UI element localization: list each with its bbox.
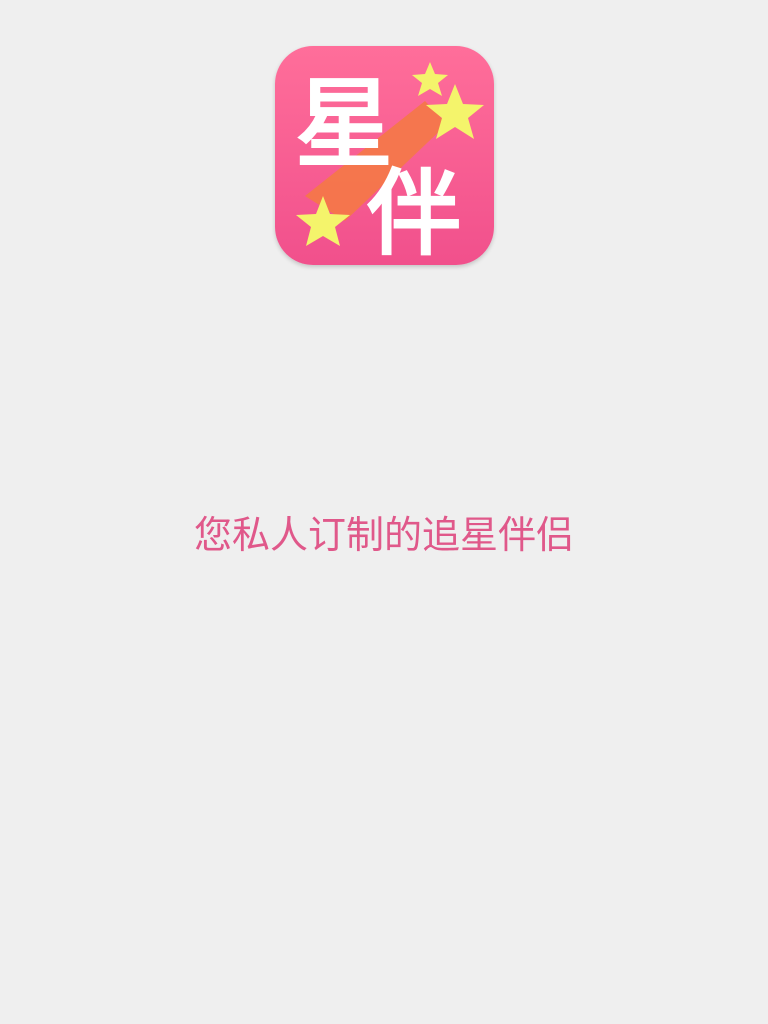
slogan-text: 您私人订制的追星伴侣 (193, 513, 574, 557)
logo-char-2: 伴 (366, 160, 461, 265)
splash-screen: 星 伴 您私人订制的追星伴侣 (0, 0, 768, 1024)
app-logo-icon: 星 伴 (275, 46, 494, 265)
app-logo-graphic: 星 伴 (275, 46, 494, 265)
